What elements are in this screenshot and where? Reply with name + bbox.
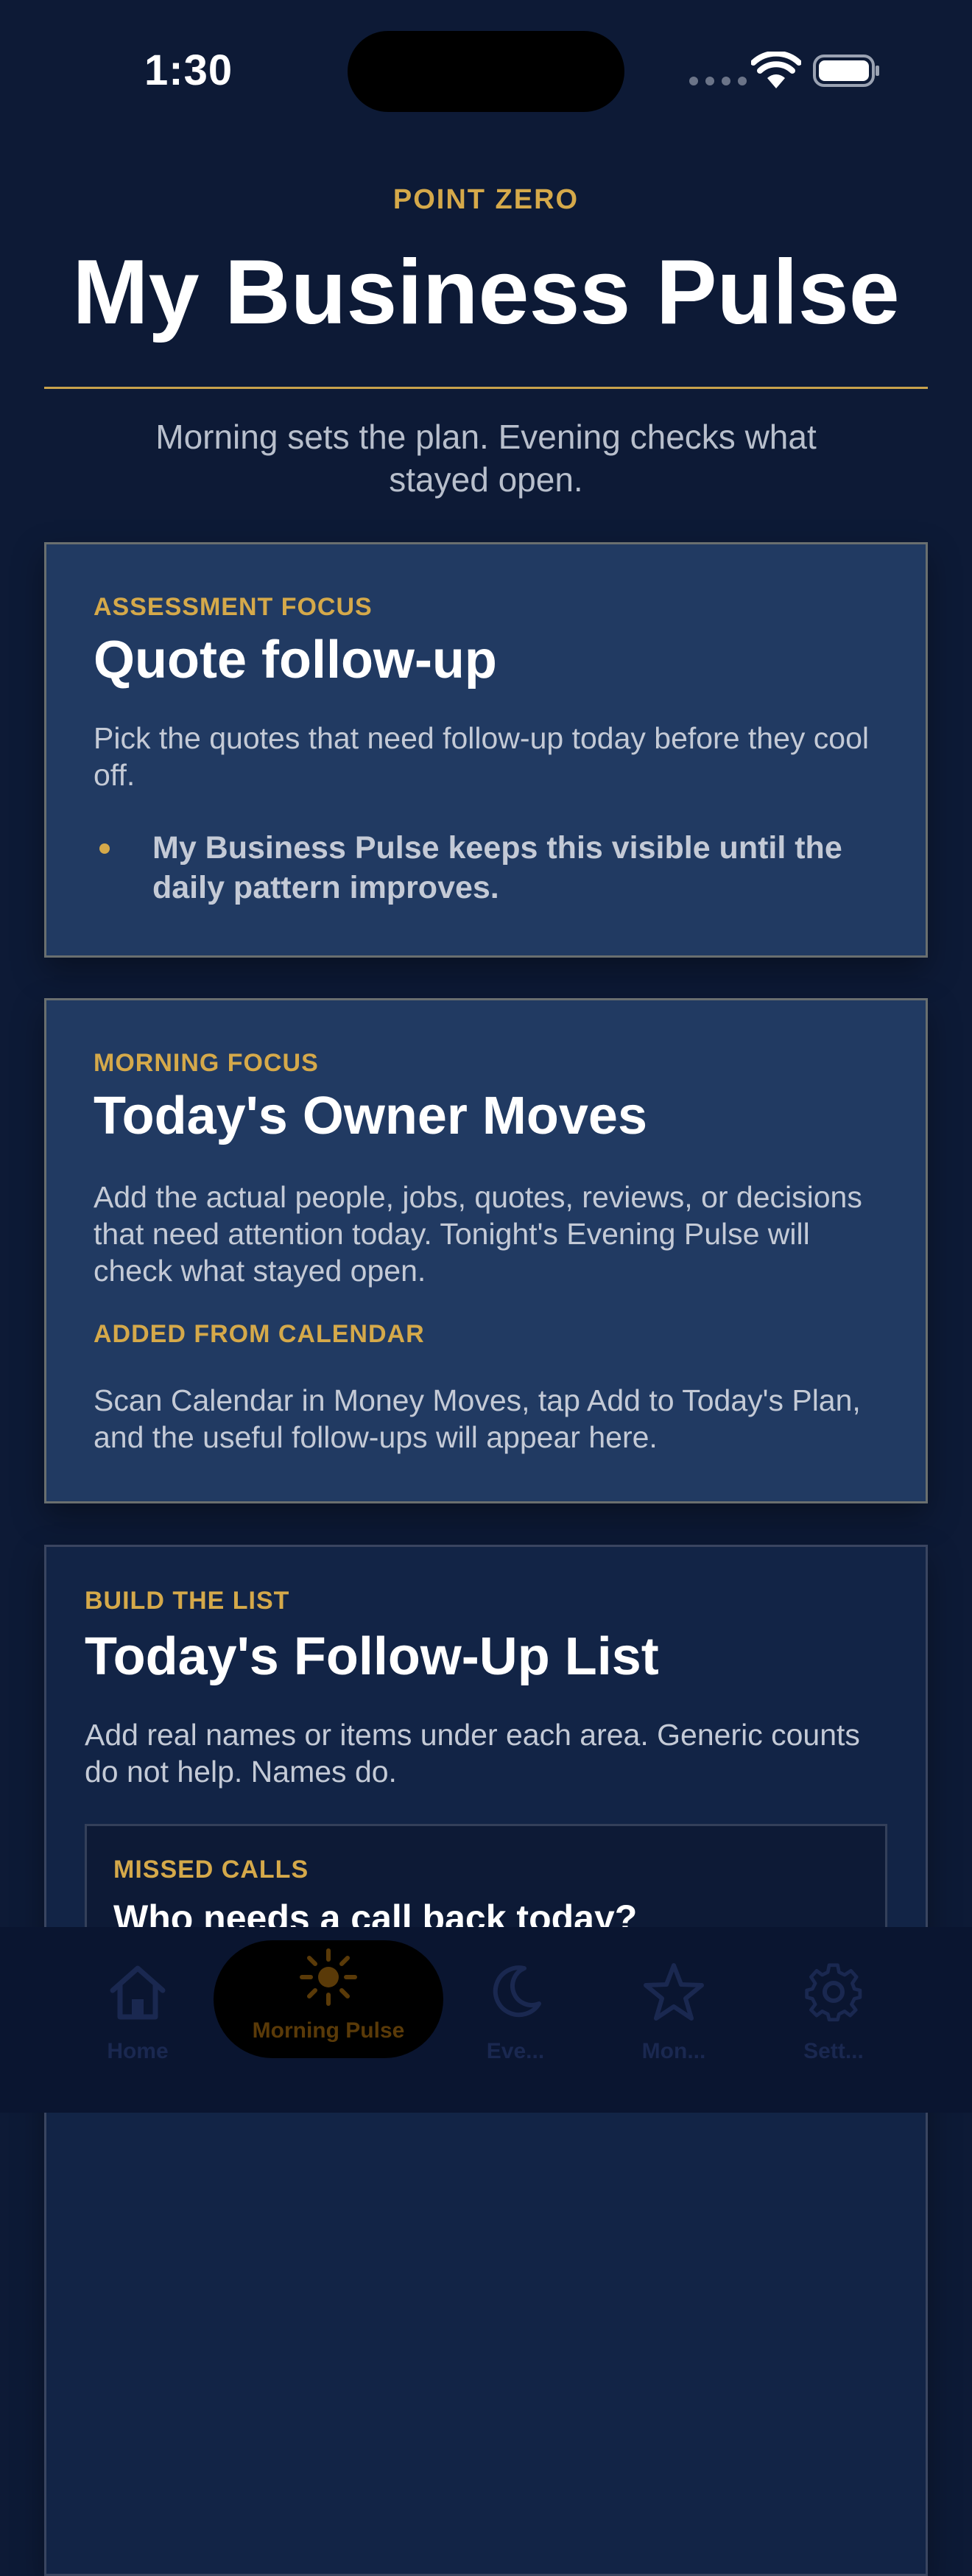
morning-focus-card: MORNING FOCUS Today's Owner Moves Add th…: [44, 998, 928, 1503]
status-time: 1:30: [144, 46, 233, 94]
status-bar: 1:30: [0, 0, 972, 140]
page-title: My Business Pulse: [72, 242, 900, 343]
calendar-body: Scan Calendar in Money Moves, tap Add to…: [94, 1383, 861, 1454]
card-title: Today's Follow-Up List: [85, 1627, 659, 1686]
brand-eyebrow: POINT ZERO: [392, 184, 580, 215]
tab-money-moves[interactable]: Mon...: [593, 1942, 755, 2074]
title-divider: [44, 387, 928, 389]
tab-label: Morning Pulse: [252, 2018, 405, 2043]
sun-icon: [300, 1948, 357, 2006]
wifi-icon: [751, 52, 801, 88]
card-title: Today's Owner Moves: [94, 1087, 647, 1145]
card-eyebrow: ASSESSMENT FOCUS: [94, 593, 373, 621]
tab-home[interactable]: Home: [57, 1942, 219, 2074]
moon-icon: [493, 1965, 541, 2018]
card-body: Pick the quotes that need follow-up toda…: [94, 721, 870, 792]
page-subtitle: Morning sets the plan. Evening checks wh…: [155, 418, 817, 499]
gear-icon: [805, 1963, 862, 2022]
tab-morning-pulse[interactable]: Morning Pulse: [247, 1942, 409, 2074]
card-body: Add real names or items under each area.…: [85, 1718, 860, 1789]
tab-settings[interactable]: Sett...: [753, 1942, 915, 2074]
dynamic-island: [348, 31, 624, 112]
card-eyebrow: BUILD THE LIST: [85, 1587, 290, 1615]
star-icon: [644, 1963, 704, 2021]
tab-label: Mon...: [641, 2039, 706, 2063]
section-eyebrow: MISSED CALLS: [113, 1856, 309, 1884]
card-title: Quote follow-up: [94, 631, 497, 689]
page-header: POINT ZERO My Business Pulse: [0, 184, 972, 343]
battery-icon: [813, 55, 879, 87]
card-body: Add the actual people, jobs, quotes, rev…: [94, 1180, 862, 1288]
bullet-dot: [99, 843, 110, 854]
card-eyebrow: MORNING FOCUS: [94, 1049, 319, 1077]
cellular-signal-icon: [689, 77, 747, 85]
tab-label: Home: [107, 2039, 169, 2063]
bullet-text: My Business Pulse keeps this visible unt…: [152, 830, 842, 905]
assessment-focus-card: ASSESSMENT FOCUS Quote follow-up Pick th…: [44, 542, 928, 958]
calendar-eyebrow: ADDED FROM CALENDAR: [94, 1320, 425, 1348]
tab-label: Eve...: [486, 2039, 545, 2063]
tab-evening[interactable]: Eve...: [434, 1942, 596, 2074]
tab-label: Sett...: [803, 2039, 864, 2063]
home-icon: [110, 1965, 166, 2020]
